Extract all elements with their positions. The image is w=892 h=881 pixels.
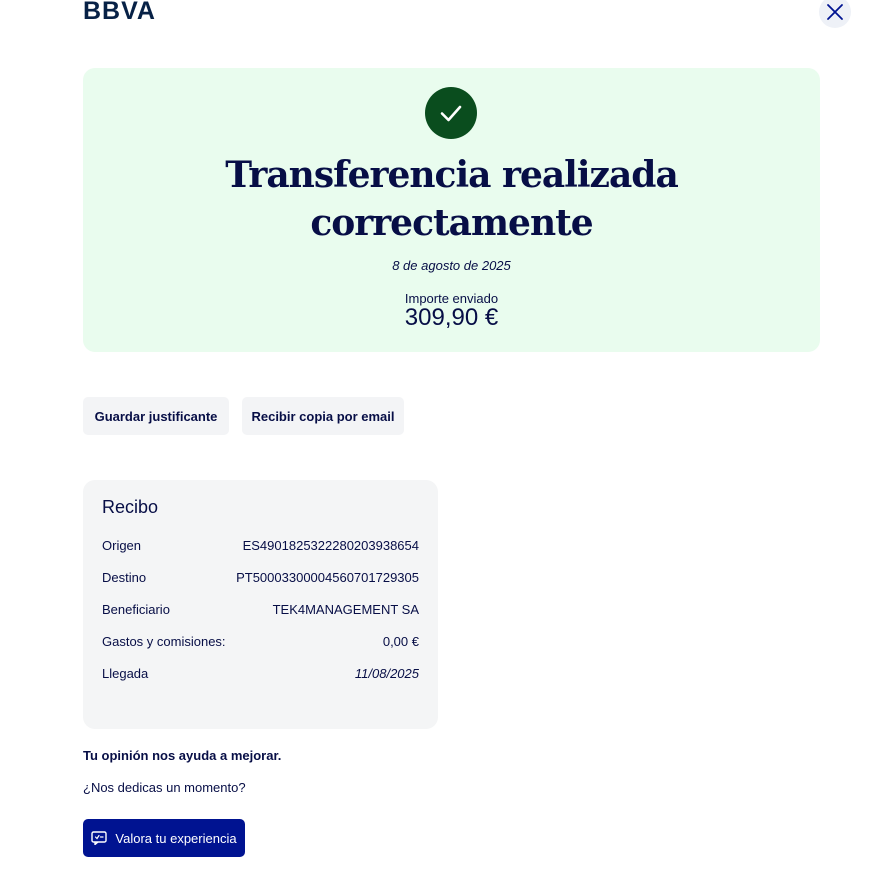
receipt-row-llegada: Llegada 11/08/2025 — [102, 663, 419, 683]
rate-experience-button[interactable]: Valora tu experiencia — [83, 819, 245, 857]
close-button[interactable] — [819, 0, 851, 28]
transfer-confirmation-page: BBVA Transferencia realizada correctamen… — [0, 0, 892, 881]
feedback-subtitle: ¿Nos dedicas un momento? — [83, 780, 246, 795]
feedback-title: Tu opinión nos ayuda a mejorar. — [83, 748, 282, 763]
amount-value: 309,90 € — [404, 304, 499, 331]
success-title: Transferencia realizada correctamente — [225, 154, 679, 244]
receipt-title: Recibo — [102, 497, 159, 517]
save-receipt-button[interactable]: Guardar justificante — [83, 397, 229, 435]
rate-experience-label: Valora tu experiencia — [115, 830, 237, 846]
bbva-logo: BBVA — [83, 0, 156, 25]
receipt-row-value: PT50003300004560701729305 — [236, 569, 419, 585]
transfer-date: 8 de agosto de 2025 — [392, 258, 511, 273]
close-icon — [827, 4, 843, 20]
receipt-row-label: Destino — [102, 569, 147, 585]
feedback-icon — [91, 831, 108, 845]
receipt-row-beneficiario: Beneficiario TEK4MANAGEMENT SA — [102, 599, 419, 619]
receipt-row-destino: Destino PT50003300004560701729305 — [102, 567, 419, 587]
receipt-row-value: 0,00 € — [382, 633, 419, 649]
receipt-row-value: 11/08/2025 — [354, 665, 419, 681]
receipt-row-value: TEK4MANAGEMENT SA — [272, 601, 419, 617]
success-panel: Transferencia realizada correctamente 8 … — [83, 68, 820, 352]
receipt-row-gastos: Gastos y comisiones: 0,00 € — [102, 631, 419, 651]
receipt-row-value: ES4901825322280203938654 — [242, 537, 419, 553]
receipt-row-origen: Origen ES4901825322280203938654 — [102, 535, 419, 555]
receipt-card: Recibo Origen ES4901825322280203938654 D… — [83, 480, 438, 729]
receipt-row-label: Gastos y comisiones: — [102, 633, 226, 649]
check-icon — [440, 105, 462, 122]
receipt-row-label: Llegada — [102, 665, 149, 681]
receipt-row-label: Beneficiario — [102, 601, 170, 617]
success-badge — [425, 87, 477, 139]
receipt-row-label: Origen — [102, 537, 142, 553]
email-copy-button[interactable]: Recibir copia por email — [242, 397, 404, 435]
